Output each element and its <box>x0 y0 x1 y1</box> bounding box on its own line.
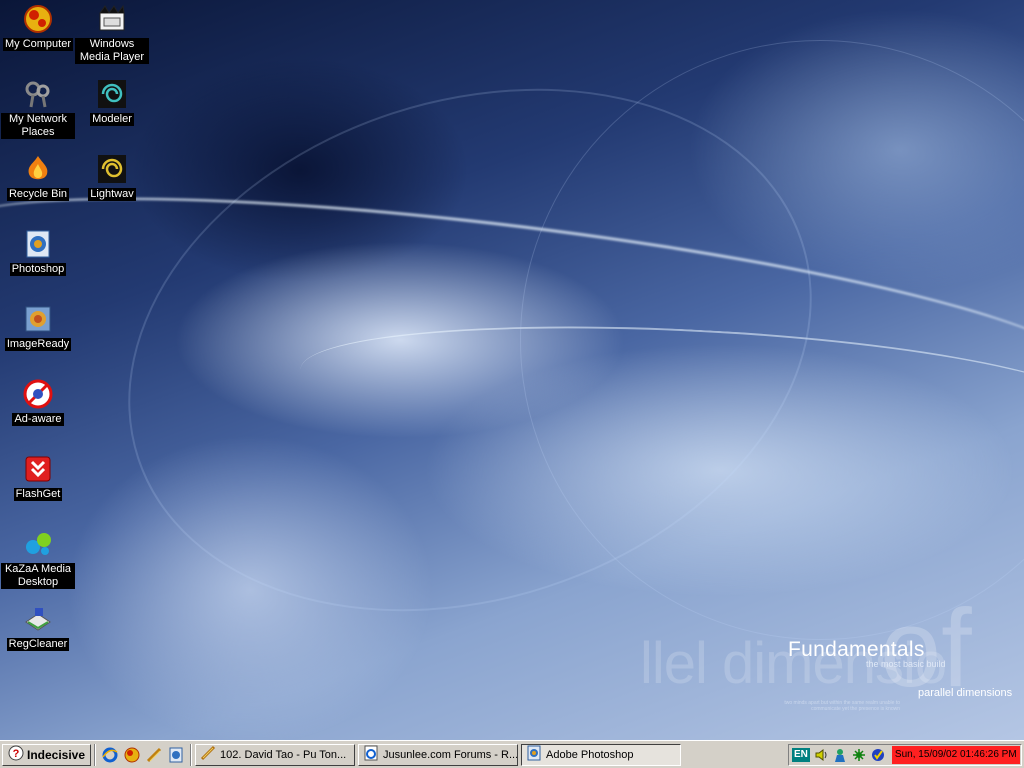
desktop-icon-my-network-places[interactable]: My Network Places <box>1 78 75 139</box>
internet-explorer-icon[interactable] <box>101 746 119 764</box>
winamp-icon <box>200 745 216 764</box>
svg-text:?: ? <box>13 748 20 760</box>
my-computer-icon[interactable] <box>123 746 141 764</box>
wallpaper-streak <box>0 155 1024 445</box>
imageready-icon <box>22 303 54 335</box>
taskbar-separator <box>190 743 193 766</box>
language-indicator[interactable]: EN <box>792 748 810 762</box>
desktop-icon-label: My Network Places <box>1 113 75 139</box>
taskbar-separator <box>94 743 97 766</box>
desktop-icon-imageready[interactable]: ImageReady <box>1 303 75 351</box>
desktop-icon-label: Photoshop <box>9 263 67 276</box>
desktop-icon-modeler[interactable]: Modeler <box>75 78 149 126</box>
desktop-icon-label: Ad-aware <box>12 413 64 426</box>
desktop-icon-label: RegCleaner <box>6 638 70 651</box>
messenger-icon[interactable] <box>832 747 848 763</box>
desktop-icon-flashget[interactable]: FlashGet <box>1 453 75 501</box>
volume-icon[interactable] <box>813 747 829 763</box>
desktop-icon-label: Modeler <box>90 113 134 126</box>
desktop-icon-photoshop[interactable]: Photoshop <box>1 228 75 276</box>
taskbar-button-label: 102. David Tao - Pu Ton... <box>220 748 347 761</box>
wallpaper-streak <box>59 4 881 696</box>
wallpaper-tagline: parallel dimensions <box>918 687 1013 699</box>
modeler-icon <box>96 78 128 110</box>
taskbar-button-winamp[interactable]: 102. David Tao - Pu Ton... <box>195 743 356 766</box>
photoshop-icon[interactable] <box>167 746 185 764</box>
desktop-icon-label: ImageReady <box>4 338 72 351</box>
recycle-bin-icon <box>22 153 54 185</box>
desktop-icon-label: FlashGet <box>13 488 63 501</box>
lightwave-icon <box>96 153 128 185</box>
desktop-icon-label: KaZaA Media Desktop <box>1 563 75 589</box>
taskbar-button-forums[interactable]: Jusunlee.com Forums - R... <box>358 743 519 766</box>
taskbar-button-label: Adobe Photoshop <box>546 748 634 761</box>
kazaa-icon <box>22 528 54 560</box>
start-label: Indecisive <box>27 747 86 762</box>
photoshop-icon <box>22 228 54 260</box>
wallpaper-streak <box>297 309 1024 471</box>
wallpaper-fine-print: two minds apart but within the same real… <box>784 700 900 712</box>
flashget-icon <box>22 453 54 485</box>
desktop-icon-adaware[interactable]: Ad-aware <box>1 378 75 426</box>
photoshop-icon <box>526 745 542 764</box>
lightwave-icon[interactable] <box>145 746 163 764</box>
browser-page-icon <box>363 745 379 764</box>
desktop-icon-regcleaner[interactable]: RegCleaner <box>1 603 75 651</box>
desktop-icon-label: My Computer <box>2 38 74 51</box>
adaware-icon <box>22 378 54 410</box>
taskbar-button-photoshop[interactable]: Adobe Photoshop <box>521 743 682 766</box>
taskbar: ? Indecisive 102. David Tao - Pu Ton... … <box>0 740 1024 768</box>
start-icon: ? <box>8 745 24 764</box>
my-computer-icon <box>22 3 54 35</box>
desktop-icon-kazaa[interactable]: KaZaA Media Desktop <box>1 528 75 589</box>
desktop-icon-windows-media-player[interactable]: Windows Media Player <box>75 3 149 64</box>
desktop-icon-my-computer[interactable]: My Computer <box>1 3 75 51</box>
desktop-icon-label: Recycle Bin <box>6 188 70 201</box>
desktop-icon-lightwave[interactable]: Lightwav <box>75 153 149 201</box>
start-button[interactable]: ? Indecisive <box>2 743 92 766</box>
quick-launch <box>99 746 187 764</box>
network-places-icon <box>22 78 54 110</box>
regcleaner-icon <box>22 603 54 635</box>
taskbar-button-label: Jusunlee.com Forums - R... <box>383 748 519 761</box>
network-icon[interactable] <box>851 747 867 763</box>
desktop-icon-label: Lightwav <box>88 188 136 201</box>
clock[interactable]: Sun, 15/09/02 01:46:26 PM <box>891 746 1020 764</box>
norton-icon[interactable] <box>870 747 886 763</box>
media-player-icon <box>96 3 128 35</box>
desktop-icon-label: Windows Media Player <box>75 38 149 64</box>
desktop-icon-recycle-bin[interactable]: Recycle Bin <box>1 153 75 201</box>
wallpaper-subtitle: the most basic build <box>866 659 946 669</box>
system-tray: EN Sun, 15/09/02 01:46:26 PM <box>788 744 1022 766</box>
